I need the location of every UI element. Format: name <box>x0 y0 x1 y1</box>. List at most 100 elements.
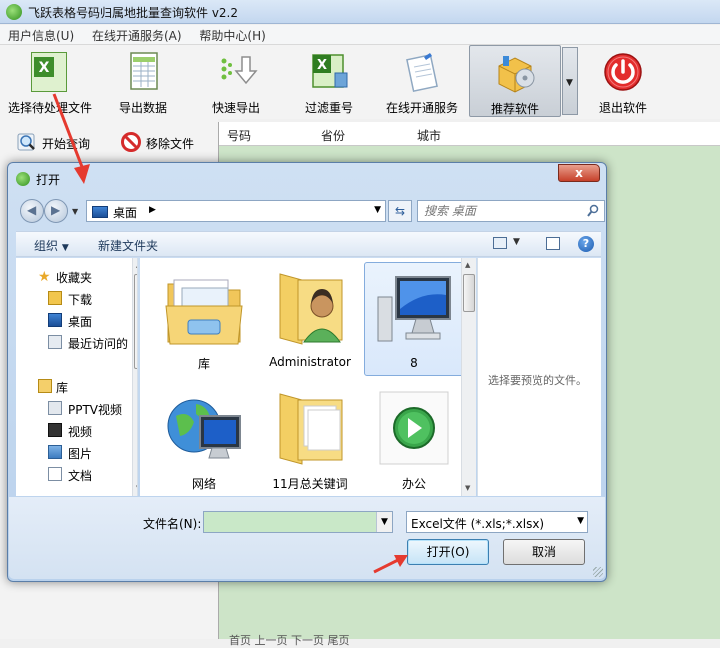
file-item-keywords-folder[interactable]: 11月总关键词 <box>260 382 360 496</box>
nav-downloads[interactable]: 下载 <box>16 288 131 308</box>
app-title: 飞跃表格号码归属地批量查询软件 v2.2 <box>28 6 239 20</box>
select-file-button[interactable]: X 选择待处理文件 <box>4 45 96 117</box>
view-dropdown-icon[interactable]: ▼ <box>513 237 520 247</box>
recent-places-icon <box>48 335 62 349</box>
forward-button[interactable]: ▶ <box>44 199 68 223</box>
dialog-app-icon <box>16 172 30 186</box>
help-icon[interactable]: ? <box>578 236 594 252</box>
export-data-button[interactable]: 导出数据 <box>110 45 176 117</box>
filename-label: 文件名(N): <box>143 517 202 531</box>
nav-desktop[interactable]: 桌面 <box>16 310 131 330</box>
back-arrow-icon: ◀ <box>27 203 37 217</box>
column-city[interactable]: 城市 <box>417 127 441 144</box>
organize-menu[interactable]: 组织 ▼ <box>34 237 69 254</box>
documents-icon <box>48 467 62 481</box>
scroll-down-icon[interactable]: ▼ <box>465 484 470 492</box>
history-dropdown-icon[interactable]: ▼ <box>72 207 78 216</box>
file-item-libraries[interactable]: 库 <box>154 262 254 376</box>
column-province[interactable]: 省份 <box>321 127 345 144</box>
nav-libraries-label: 库 <box>56 381 69 395</box>
forward-arrow-icon: ▶ <box>51 203 61 217</box>
menu-online-service[interactable]: 在线开通服务(A) <box>84 25 188 44</box>
nav-desktop-label: 桌面 <box>68 315 93 329</box>
nav-scrollbar[interactable]: ▲ ▼ <box>132 258 137 496</box>
scroll-down-icon[interactable]: ▼ <box>136 484 137 492</box>
file-label-network: 网络 <box>191 477 216 491</box>
nav-documents[interactable]: 文档 <box>16 464 131 484</box>
open-file-dialog: 打开 x ◀ ▶ ▼ 桌面 ▶ ▼ ⇆ 组织 ▼ 新建文件夹 ▼ ? ★ <box>7 162 607 582</box>
menu-user-info[interactable]: 用户信息(U) <box>0 25 80 44</box>
file-type-select[interactable]: Excel文件 (*.xls;*.xlsx) ▼ <box>406 511 588 533</box>
film-icon <box>48 423 62 437</box>
no-entry-icon <box>121 132 141 152</box>
address-bar: ◀ ▶ ▼ 桌面 ▶ ▼ ⇆ <box>16 197 605 225</box>
play-shortcut-icon <box>379 391 449 465</box>
dialog-title: 打开 <box>36 173 61 187</box>
filename-dropdown-icon[interactable]: ▼ <box>376 512 392 532</box>
remove-file-button[interactable]: 移除文件 <box>120 131 200 153</box>
column-number[interactable]: 号码 <box>227 127 251 144</box>
network-icon <box>167 399 241 459</box>
command-bar: 组织 ▼ 新建文件夹 ▼ ? <box>16 231 601 257</box>
online-service-button[interactable]: 在线开通服务 <box>384 45 460 117</box>
file-type-value: Excel文件 (*.xls;*.xlsx) <box>411 517 545 531</box>
nav-pictures[interactable]: 图片 <box>16 442 131 462</box>
svg-text:X: X <box>317 58 327 73</box>
dialog-close-button[interactable]: x <box>558 164 600 182</box>
preview-pane-icon[interactable] <box>546 237 560 250</box>
nav-pptv[interactable]: PPTV视频 <box>16 398 131 418</box>
file-item-office[interactable]: 办公 <box>364 382 464 496</box>
back-button[interactable]: ◀ <box>20 199 44 223</box>
document-pen-icon <box>406 53 438 93</box>
file-scroll-thumb[interactable] <box>463 274 475 312</box>
file-scrollbar[interactable]: ▲ ▼ <box>461 258 476 496</box>
address-box[interactable]: 桌面 ▶ ▼ <box>86 200 386 222</box>
scroll-up-icon[interactable]: ▲ <box>136 261 137 269</box>
nav-favorites[interactable]: ★ 收藏夹 <box>16 266 131 286</box>
exit-button[interactable]: 退出软件 <box>590 45 656 117</box>
excel-file-icon: X <box>31 52 67 92</box>
nav-videos-label: 视频 <box>68 425 93 439</box>
main-toolbar: X 选择待处理文件 导出数据 快速导出 X 过滤重号 在线开通服务 推荐软件 ▼… <box>0 45 720 119</box>
refresh-button[interactable]: ⇆ <box>388 200 412 222</box>
nav-downloads-label: 下载 <box>68 293 93 307</box>
online-service-label: 在线开通服务 <box>385 101 458 115</box>
excel-filter-icon: X <box>312 54 348 88</box>
menu-help-center[interactable]: 帮助中心(H) <box>191 25 271 44</box>
breadcrumb-arrow-icon[interactable]: ▶ <box>149 205 156 215</box>
search-field[interactable] <box>417 200 605 222</box>
file-label-office: 办公 <box>401 477 426 491</box>
file-item-network[interactable]: 网络 <box>154 382 254 496</box>
nav-libraries[interactable]: 库 <box>16 376 131 396</box>
resize-grip[interactable] <box>593 567 603 577</box>
download-folder-icon <box>48 291 62 305</box>
grid-pagination[interactable]: 首页 上一页 下一页 尾页 <box>229 632 350 648</box>
recommend-dropdown-button[interactable]: ▼ <box>562 47 578 115</box>
app-title-bar: 飞跃表格号码归属地批量查询软件 v2.2 <box>0 0 720 24</box>
computer-icon <box>377 276 451 342</box>
file-list-pane: 库 Administrator 8 网络 11月总关键词 办公 <box>140 258 476 496</box>
quick-export-button[interactable]: 快速导出 <box>204 45 268 117</box>
preview-pane: 选择要预览的文件。 <box>477 258 601 496</box>
nav-scroll-thumb[interactable] <box>134 274 137 369</box>
view-mode-icon[interactable] <box>493 237 507 249</box>
scroll-up-icon[interactable]: ▲ <box>465 261 470 269</box>
start-query-label: 开始查询 <box>42 137 91 151</box>
pictures-icon <box>48 445 62 459</box>
address-dropdown-icon[interactable]: ▼ <box>374 205 381 215</box>
open-button[interactable]: 打开(O) <box>407 539 489 565</box>
file-label-libraries: 库 <box>197 357 210 371</box>
quick-export-label: 快速导出 <box>211 101 260 115</box>
file-label-administrator: Administrator <box>269 355 351 369</box>
filename-field[interactable]: ▼ <box>203 511 393 533</box>
filter-duplicates-button[interactable]: X 过滤重号 <box>298 45 360 117</box>
new-folder-button[interactable]: 新建文件夹 <box>98 237 158 254</box>
nav-videos[interactable]: 视频 <box>16 420 131 440</box>
file-item-administrator[interactable]: Administrator <box>260 262 360 376</box>
cancel-button[interactable]: 取消 <box>503 539 585 565</box>
file-item-computer[interactable]: 8 <box>364 262 464 376</box>
start-query-button[interactable]: 开始查询 <box>16 131 96 153</box>
nav-recent[interactable]: 最近访问的 <box>16 332 131 352</box>
search-input[interactable] <box>424 203 579 219</box>
recommend-software-button[interactable]: 推荐软件 <box>469 45 561 117</box>
